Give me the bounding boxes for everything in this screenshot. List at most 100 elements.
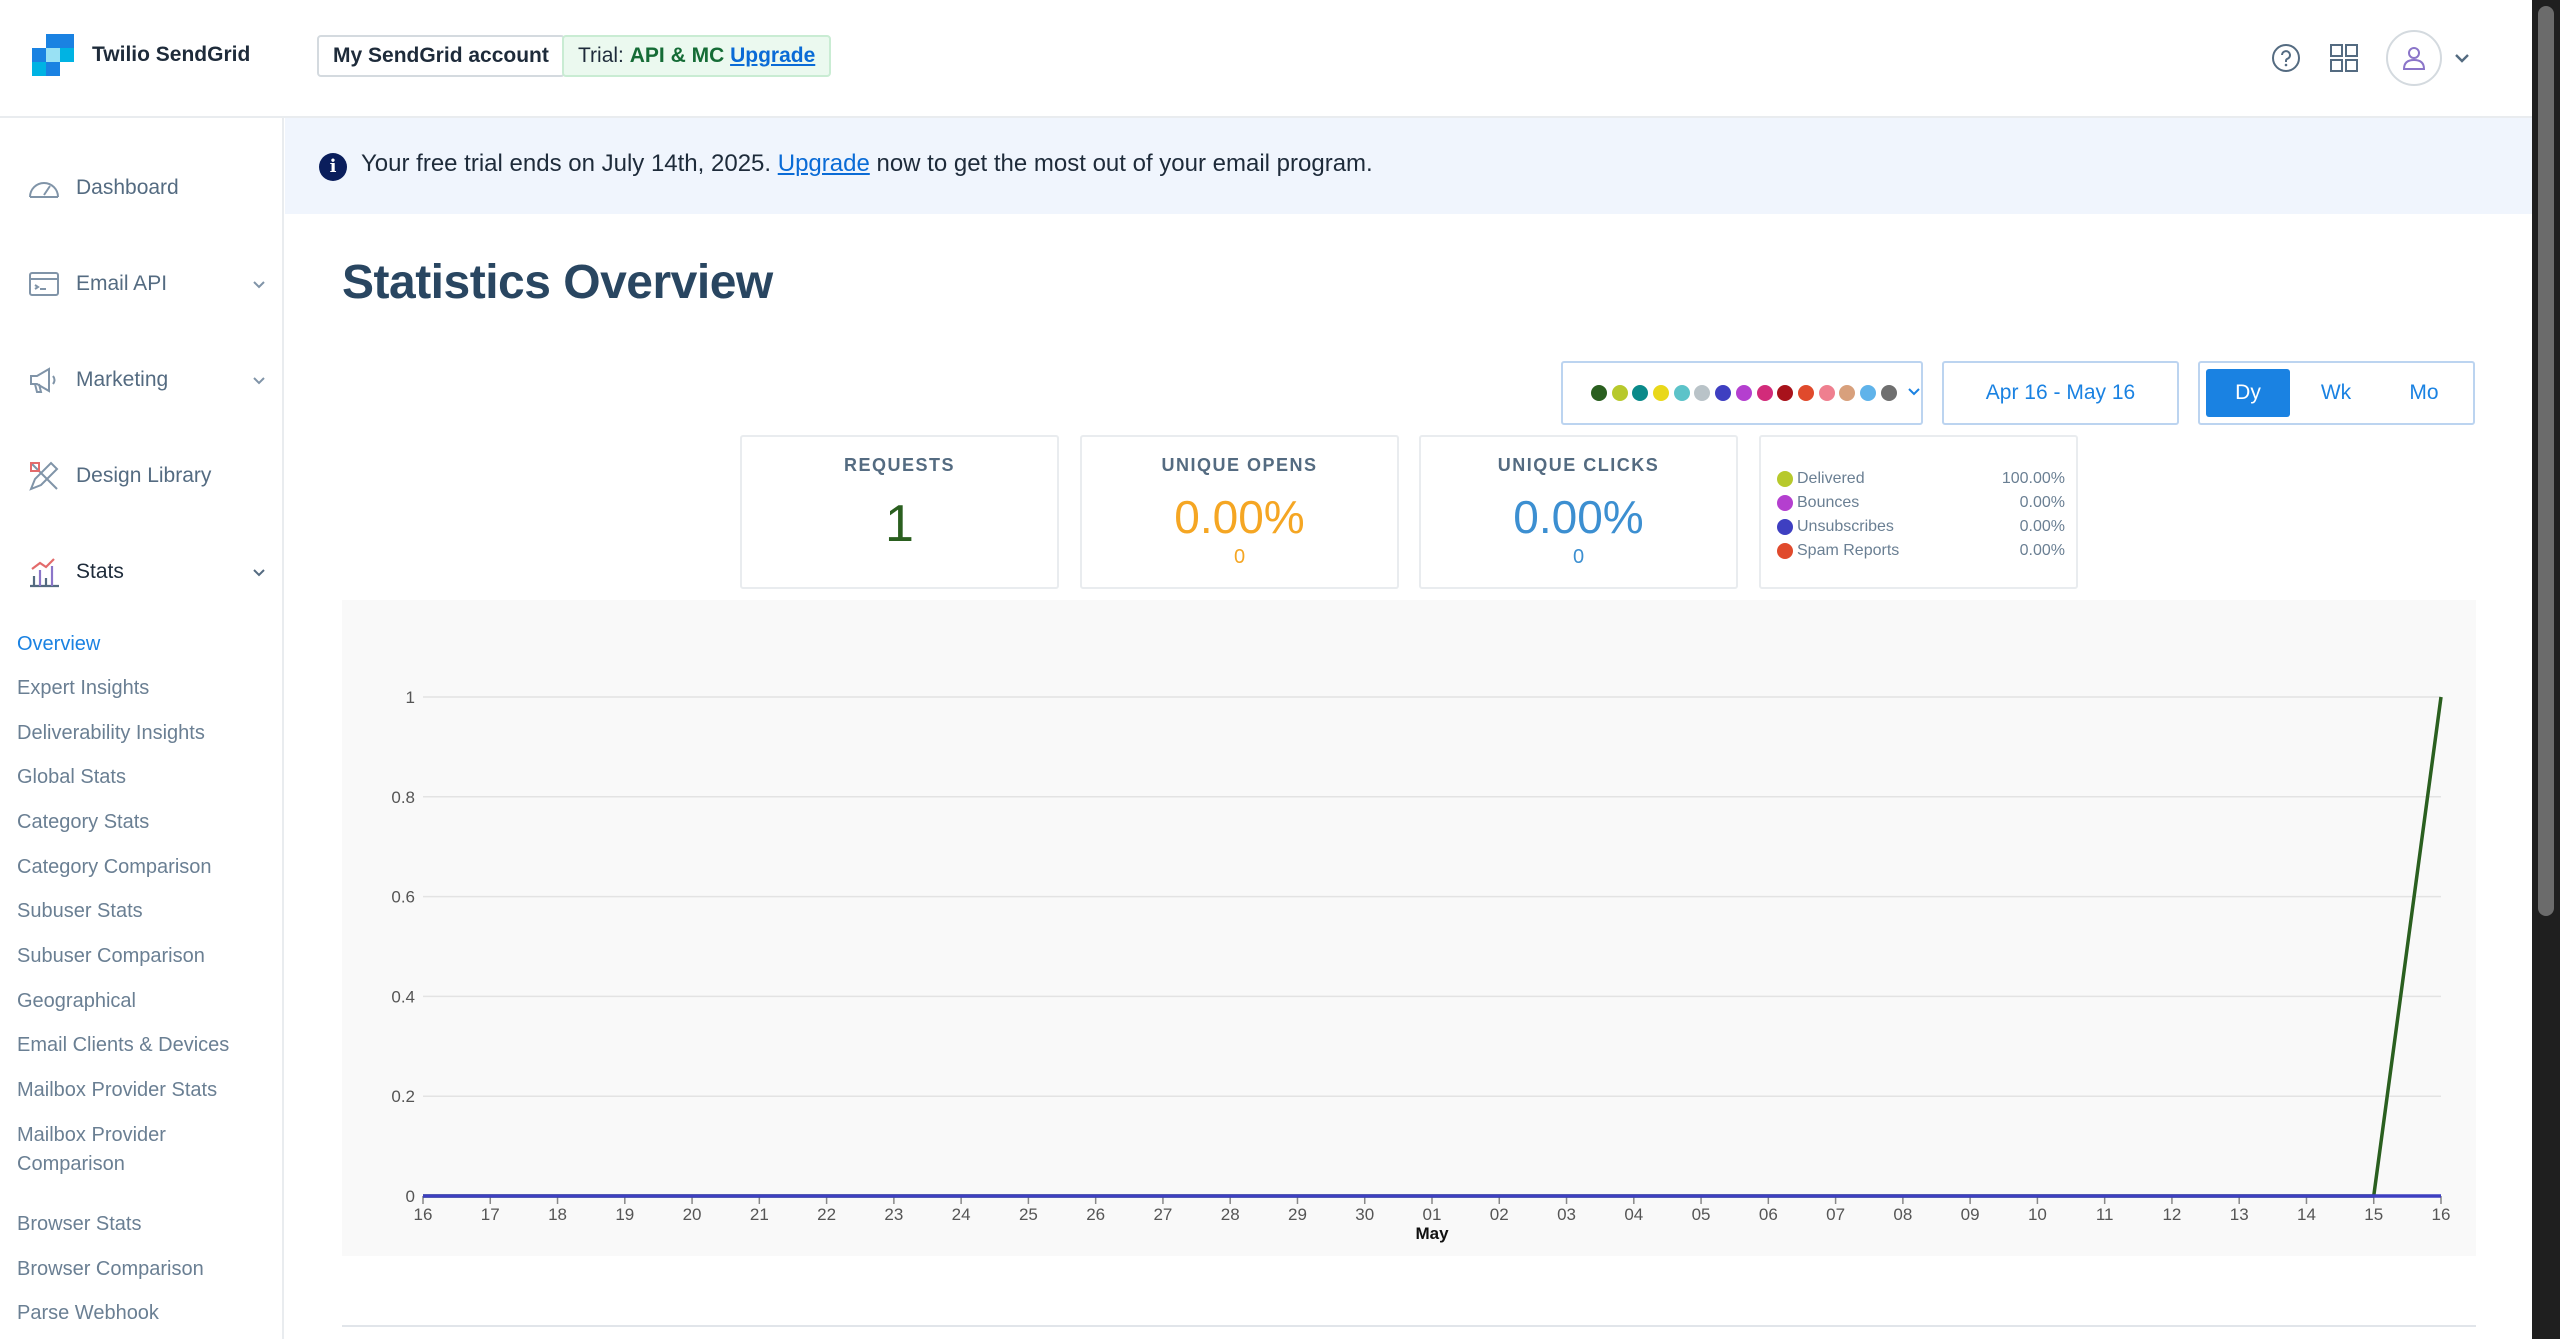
banner-text: Your free trial ends on July 14th, 2025.… [361, 150, 1373, 178]
sidebar-item-marketing[interactable]: Marketing [26, 360, 276, 400]
requests-value: 1 [885, 495, 914, 553]
sidebar-sub-browser-comparison[interactable]: Browser Comparison [17, 1255, 277, 1284]
sidebar-sub-email-clients-devices[interactable]: Email Clients & Devices [17, 1031, 277, 1060]
sidebar-sub-subuser-stats[interactable]: Subuser Stats [17, 897, 277, 926]
x-tick-label: 29 [1288, 1205, 1307, 1224]
sidebar-item-label: Stats [76, 560, 124, 583]
period-day-button[interactable]: Dy [2206, 369, 2290, 417]
design-tools-icon [26, 458, 62, 494]
sidebar-sub-parse-webhook[interactable]: Parse Webhook [17, 1299, 277, 1328]
legend-dot [1777, 495, 1793, 511]
megaphone-icon [26, 362, 62, 398]
legend-row-bounces: Bounces 0.00% [1777, 491, 2065, 515]
sidebar-sub-category-comparison[interactable]: Category Comparison [17, 853, 277, 882]
metric-color-dot [1777, 385, 1794, 401]
sidebar-sub-expert-insights[interactable]: Expert Insights [17, 674, 277, 703]
divider [342, 1325, 2476, 1327]
metric-color-dot [1611, 385, 1628, 401]
x-tick-label: 24 [952, 1205, 971, 1224]
metric-color-dot [1653, 385, 1670, 401]
chevron-down-icon [1907, 384, 1921, 402]
top-bar: Twilio SendGrid My SendGrid account Tria… [0, 0, 2532, 118]
metric-selector[interactable] [1561, 361, 1923, 425]
period-week-button[interactable]: Wk [2294, 369, 2378, 417]
x-tick-label: 16 [2432, 1205, 2451, 1224]
help-icon[interactable] [2266, 38, 2306, 78]
unique-opens-card: UNIQUE OPENS 0.00% 0 [1080, 435, 1399, 589]
sidebar-sub-subuser-comparison[interactable]: Subuser Comparison [17, 942, 277, 971]
page-title: Statistics Overview [342, 256, 773, 309]
x-tick-label: 26 [1086, 1205, 1105, 1224]
sidebar-sub-mailbox-provider-comparison[interactable]: Mailbox Provider Comparison [17, 1121, 277, 1179]
period-toggle: Dy Wk Mo [2198, 361, 2475, 425]
metric-color-dot [1756, 385, 1773, 401]
x-tick-label: 23 [884, 1205, 903, 1224]
sidebar-item-email-api[interactable]: Email API [26, 264, 276, 304]
metric-color-dot [1797, 385, 1814, 401]
bar-chart-icon [26, 554, 62, 590]
legend-value: 0.00% [2019, 518, 2065, 535]
sidebar-item-stats[interactable]: Stats [26, 552, 276, 592]
y-tick-label: 0 [406, 1187, 415, 1206]
stats-line-chart: 0 0.2 0.4 0.6 0.8 1 16 17 18 19 20 21 22 23 24 25 26 27 28… [391, 688, 2451, 1243]
legend-dot [1777, 543, 1793, 559]
x-tick-label: 02 [1490, 1205, 1509, 1224]
metric-color-dot [1818, 385, 1835, 401]
sidebar-item-label: Email API [76, 272, 168, 295]
sidebar-sub-overview[interactable]: Overview [17, 630, 277, 659]
y-tick-label: 1 [406, 688, 415, 707]
x-tick-label: 05 [1692, 1205, 1711, 1224]
sidebar-sub-global-stats[interactable]: Global Stats [17, 763, 277, 792]
account-button[interactable]: My SendGrid account [317, 35, 565, 77]
legend-value: 0.00% [2019, 542, 2065, 559]
x-tick-label: 07 [1826, 1205, 1845, 1224]
date-range-picker[interactable]: Apr 16 - May 16 [1942, 361, 2179, 425]
y-tick-label: 0.8 [391, 788, 415, 807]
x-tick-label: 10 [2028, 1205, 2047, 1224]
unique-opens-value: 0.00% [1174, 491, 1305, 543]
banner-text-before: Your free trial ends on July 14th, 2025. [361, 150, 772, 177]
requests-label: REQUESTS [843, 455, 956, 475]
legend-name: Bounces [1797, 494, 1860, 511]
trial-upgrade-link[interactable]: Upgrade [730, 44, 815, 67]
x-tick-label: 09 [1961, 1205, 1980, 1224]
chevron-down-icon[interactable] [2450, 38, 2474, 78]
chevron-down-icon [252, 368, 266, 392]
terminal-window-icon [26, 266, 62, 302]
stats-chart: 0 0.2 0.4 0.6 0.8 1 16 17 18 19 20 21 22 23 24 25 26 27 28… [342, 600, 2476, 1256]
apps-grid-icon[interactable] [2324, 38, 2364, 78]
trial-badge: Trial: API & MC Upgrade [562, 35, 832, 77]
sidebar-sub-category-stats[interactable]: Category Stats [17, 808, 277, 837]
brand[interactable]: Twilio SendGrid [32, 34, 250, 76]
requests-card: REQUESTS 1 [740, 435, 1059, 589]
metric-color-dot [1735, 385, 1752, 401]
sidebar-item-dashboard[interactable]: Dashboard [26, 168, 276, 208]
trial-banner: i Your free trial ends on July 14th, 202… [285, 118, 2532, 214]
series-line-0 [423, 696, 2443, 1198]
sidebar-item-design-library[interactable]: Design Library [26, 456, 276, 496]
banner-text-after: now to get the most out of your email pr… [876, 150, 1373, 177]
x-tick-label: 28 [1221, 1205, 1240, 1224]
page-scrollbar[interactable] [2532, 0, 2560, 1339]
delivery-legend-card: Delivered 100.00% Bounces 0.00% Unsubscr… [1759, 435, 2078, 589]
user-avatar-icon[interactable] [2386, 30, 2442, 86]
y-tick-label: 0.2 [391, 1087, 415, 1106]
scrollbar-thumb[interactable] [2538, 6, 2554, 916]
x-tick-label: 27 [1153, 1205, 1172, 1224]
period-month-button[interactable]: Mo [2382, 369, 2466, 417]
unique-clicks-value: 0.00% [1513, 491, 1644, 543]
banner-upgrade-link[interactable]: Upgrade [778, 150, 870, 177]
sidebar-sub-mailbox-provider-stats[interactable]: Mailbox Provider Stats [17, 1076, 277, 1105]
x-tick-label: 21 [750, 1205, 769, 1224]
sidebar-sub-browser-stats[interactable]: Browser Stats [17, 1210, 277, 1239]
unique-opens-label: UNIQUE OPENS [1161, 455, 1318, 475]
x-tick-label: 04 [1624, 1205, 1643, 1224]
legend-dot [1777, 519, 1793, 535]
sidebar-sub-geographical[interactable]: Geographical [17, 987, 277, 1016]
legend-row-delivered: Delivered 100.00% [1777, 467, 2065, 491]
trial-prefix: Trial: [578, 44, 624, 67]
unique-clicks-label: UNIQUE CLICKS [1497, 455, 1660, 475]
sidebar-item-label: Marketing [76, 368, 169, 391]
sidebar-sub-deliverability-insights[interactable]: Deliverability Insights [17, 719, 277, 748]
x-tick-label: 08 [1893, 1205, 1912, 1224]
